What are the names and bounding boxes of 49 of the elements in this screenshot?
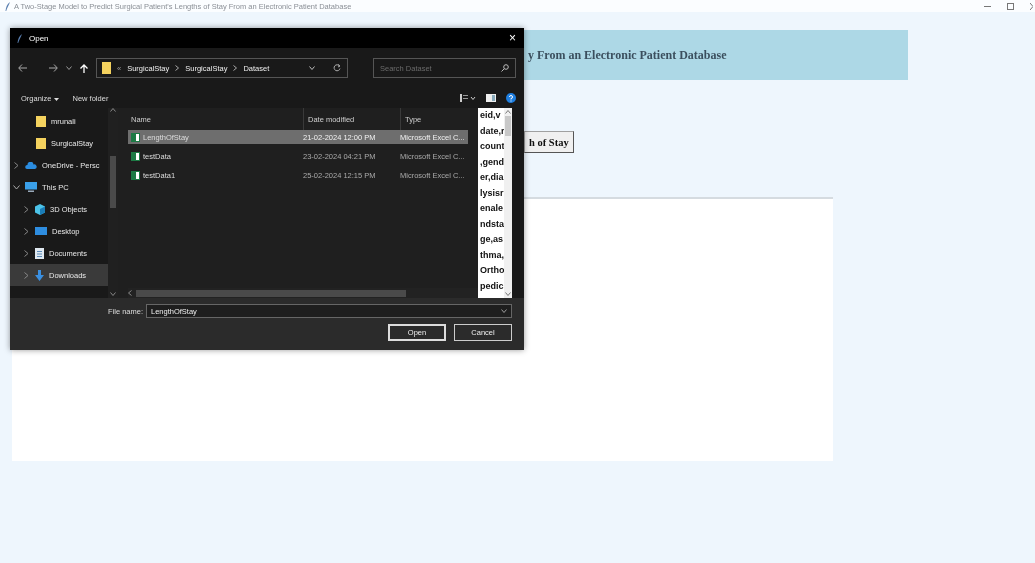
- dialog-title: Open: [29, 33, 49, 43]
- scrollbar-thumb[interactable]: [110, 156, 116, 208]
- spreadsheet-icon: [131, 132, 140, 142]
- minimize-icon[interactable]: [984, 5, 991, 7]
- scrollbar-thumb[interactable]: [136, 289, 406, 297]
- download-icon: [35, 269, 44, 281]
- caret-down-icon[interactable]: [309, 66, 315, 70]
- back-arrow-icon[interactable]: [18, 64, 27, 72]
- refresh-icon[interactable]: [333, 64, 341, 72]
- chevron-right-icon[interactable]: [1030, 2, 1033, 10]
- chevron-right-icon[interactable]: [13, 161, 19, 169]
- chevron-right-icon: [233, 65, 238, 71]
- document-icon: [35, 247, 44, 259]
- search-icon: [501, 64, 509, 72]
- feather-icon: [5, 1, 11, 11]
- scroll-down-icon[interactable]: [110, 292, 116, 296]
- forward-arrow-icon[interactable]: [49, 64, 58, 72]
- scroll-up-icon[interactable]: [505, 110, 511, 114]
- scrollbar-thumb[interactable]: [505, 116, 511, 136]
- chevron-down-icon[interactable]: [12, 184, 20, 190]
- caret-down-icon[interactable]: [66, 66, 72, 70]
- monitor-icon: [25, 182, 37, 192]
- preview-text: eid,v date,r count ,gend er,dia lysisr enale ndsta ge,as thma, Ortho pedic: [479, 109, 504, 293]
- app-heading: y From an Electronic Patient Database: [528, 47, 727, 63]
- view-list-icon[interactable]: [460, 94, 476, 102]
- desktop-icon: [35, 227, 47, 235]
- cloud-icon: [25, 161, 37, 169]
- caret-down-icon[interactable]: [501, 309, 507, 313]
- up-arrow-icon[interactable]: [80, 63, 88, 73]
- folder-icon: [102, 62, 111, 74]
- chevron-right-icon[interactable]: [23, 227, 29, 235]
- help-icon[interactable]: [506, 93, 516, 103]
- predict-button[interactable]: h of Stay: [524, 131, 574, 153]
- spreadsheet-icon: [131, 151, 140, 161]
- folder-icon: [36, 137, 46, 149]
- chevron-right-icon[interactable]: [23, 205, 29, 213]
- close-button[interactable]: ×: [509, 31, 516, 45]
- spreadsheet-icon: [131, 170, 140, 180]
- scroll-up-icon[interactable]: [110, 108, 116, 112]
- scroll-left-icon[interactable]: [128, 290, 132, 296]
- maximize-icon[interactable]: [1007, 2, 1014, 10]
- cube-icon: [35, 203, 45, 215]
- folder-icon: [36, 115, 46, 127]
- feather-icon: [17, 33, 23, 43]
- chevron-right-icon: [175, 65, 180, 71]
- caret-down-icon: [53, 97, 59, 101]
- chevron-right-icon[interactable]: [23, 271, 29, 279]
- scroll-down-icon[interactable]: [505, 292, 511, 296]
- chevron-right-icon[interactable]: [23, 249, 29, 257]
